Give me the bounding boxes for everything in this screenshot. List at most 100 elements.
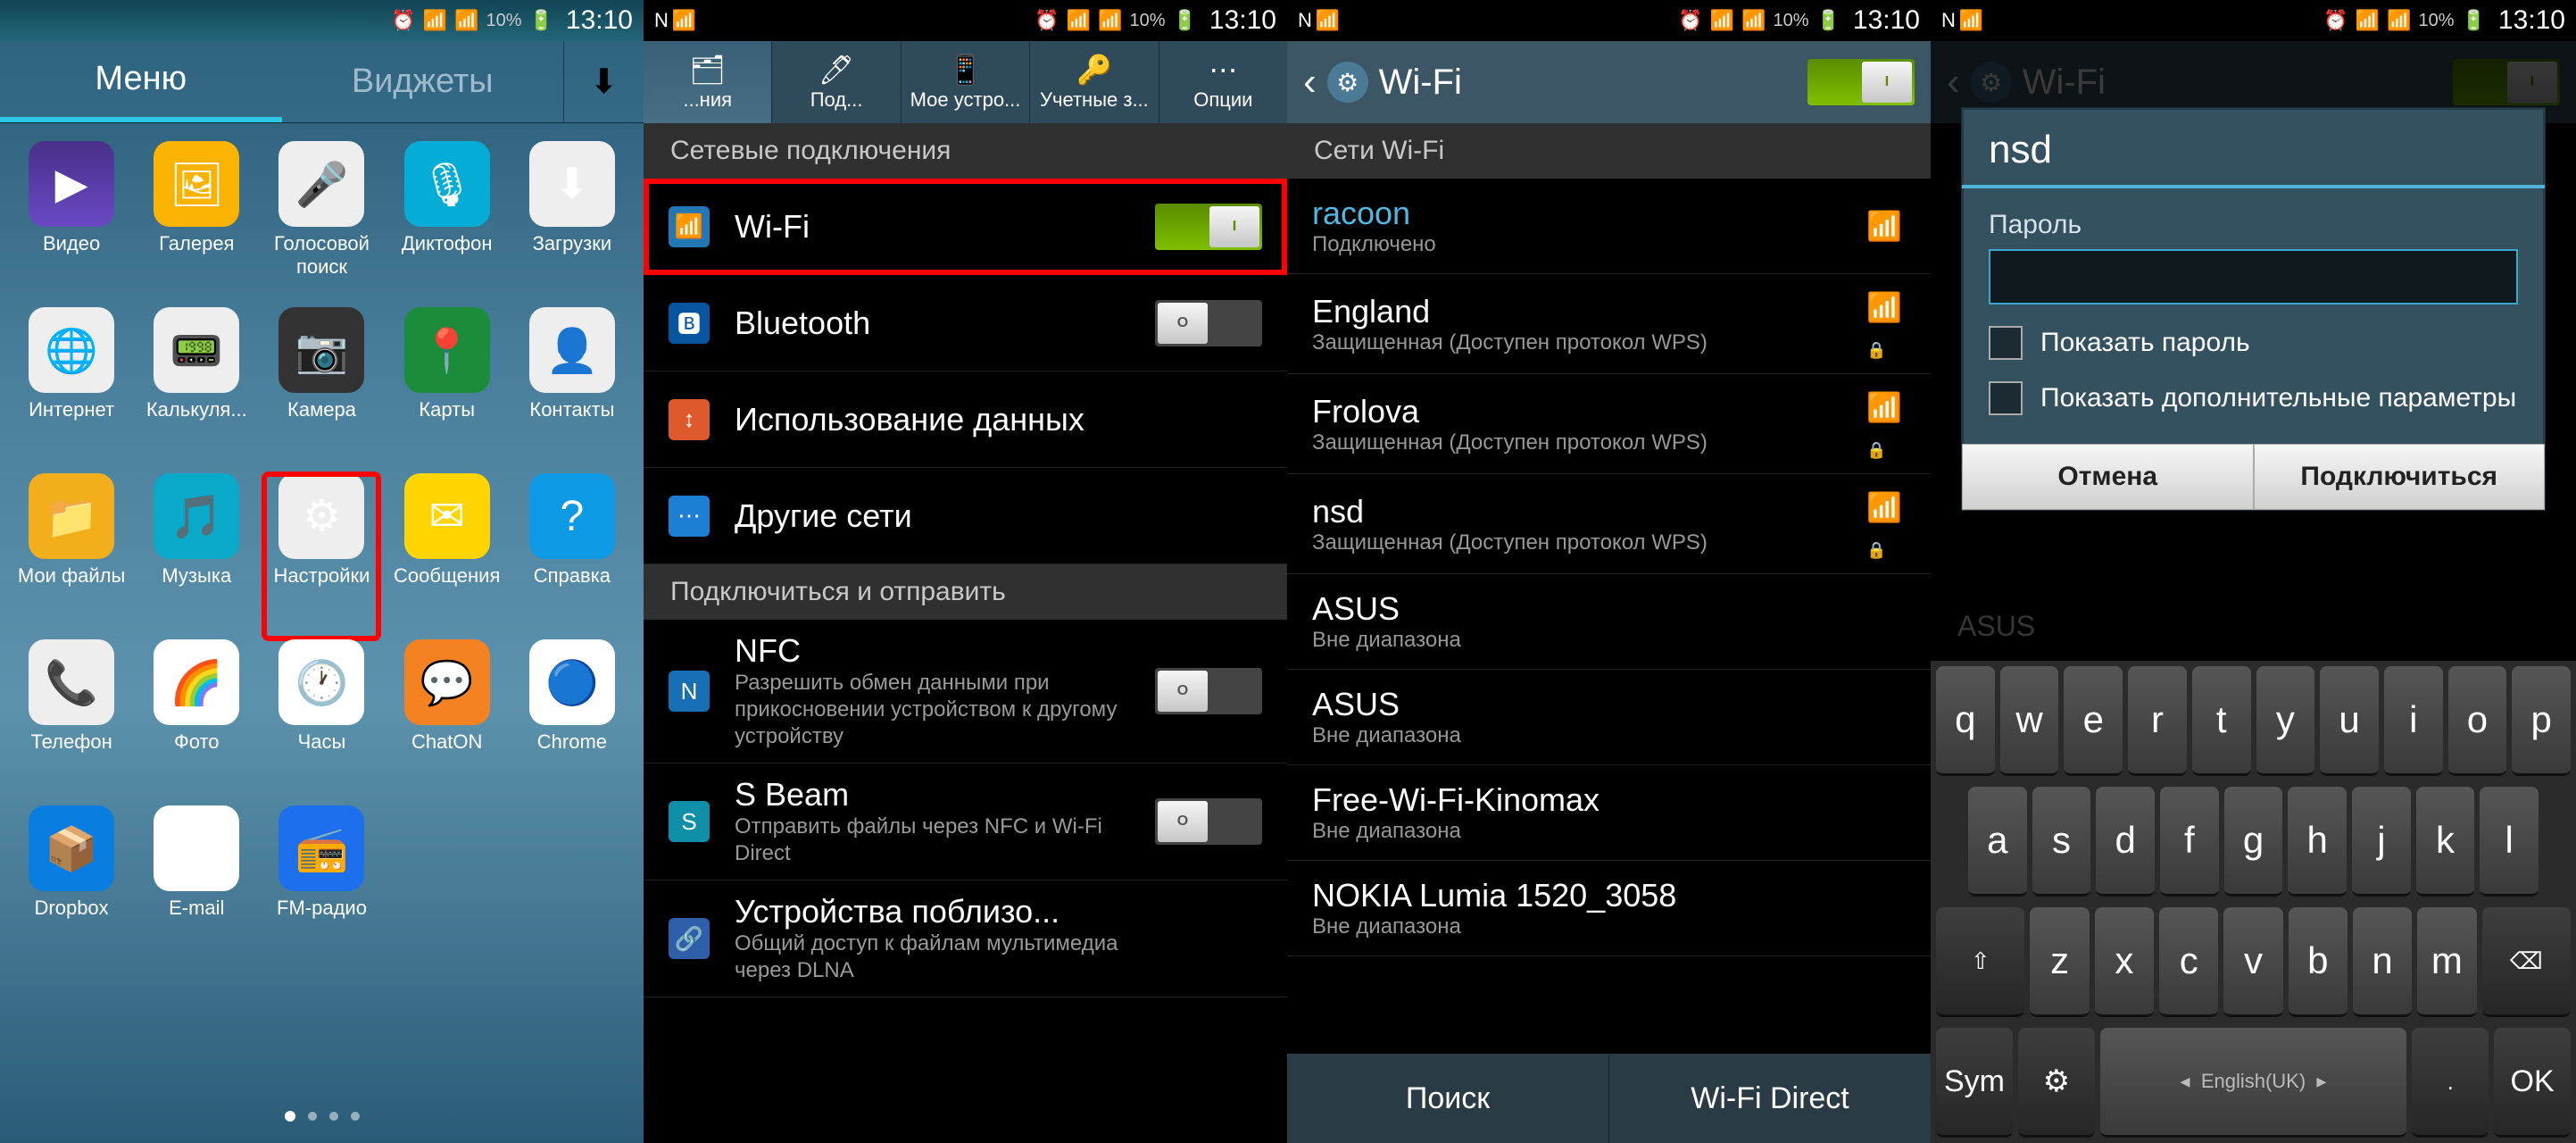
key-u[interactable]: u — [2320, 666, 2379, 776]
key-space[interactable]: ◂ English(UK) ▸ — [2100, 1028, 2407, 1138]
key-l[interactable]: l — [2480, 787, 2539, 897]
wifi-network[interactable]: Free-Wi-Fi-Kinomax Вне диапазона — [1287, 765, 1931, 861]
row-bluetooth-toggle[interactable]: O — [1155, 300, 1262, 346]
row-data-usage[interactable]: ↕ Использование данных — [644, 371, 1287, 468]
tab-mydevice[interactable]: 📱Мое устро... — [902, 41, 1030, 123]
app-chaton[interactable]: 💬ChatON — [389, 639, 505, 805]
wifi-network[interactable]: ASUS Вне диапазона — [1287, 670, 1931, 765]
cancel-button[interactable]: Отмена — [1962, 444, 2254, 510]
row-more-networks[interactable]: ⋯ Другие сети — [644, 468, 1287, 564]
tab-widgets[interactable]: Виджеты — [282, 41, 564, 122]
app-email[interactable]: ✉E-mail — [138, 805, 254, 972]
app-chrome[interactable]: 🔵Chrome — [514, 639, 630, 805]
wifi-network[interactable]: ASUS Вне диапазона — [1287, 574, 1931, 670]
key-q[interactable]: q — [1936, 666, 1995, 776]
key-g[interactable]: g — [2224, 787, 2283, 897]
key-sym[interactable]: Sym — [1936, 1028, 2013, 1138]
wifi-network[interactable]: NOKIA Lumia 1520_3058 Вне диапазона — [1287, 861, 1931, 956]
connect-button[interactable]: Подключиться — [2254, 444, 2546, 510]
app-recorder[interactable]: 🎙Диктофон — [389, 141, 505, 307]
row-wifi-toggle[interactable]: I — [1155, 204, 1262, 250]
wifi-network[interactable]: England Защищенная (Доступен протокол WP… — [1287, 274, 1931, 374]
app-label: Калькуля... — [138, 398, 254, 421]
tab-menu[interactable]: Меню — [0, 41, 282, 122]
tab-options[interactable]: ⋯Опции — [1159, 41, 1287, 123]
key-v[interactable]: v — [2223, 907, 2282, 1017]
app-downloads[interactable]: ⬇Загрузки — [514, 141, 630, 307]
app-camera[interactable]: 📷Камера — [263, 307, 379, 473]
app-gallery[interactable]: 🖼Галерея — [138, 141, 254, 307]
key-d[interactable]: d — [2096, 787, 2155, 897]
key-ok[interactable]: OK — [2494, 1028, 2571, 1138]
app-myfiles[interactable]: 📁Мои файлы — [13, 473, 129, 639]
show-password-checkbox[interactable] — [1989, 326, 2023, 360]
app-video[interactable]: ▶Видео — [13, 141, 129, 307]
key-r[interactable]: r — [2128, 666, 2187, 776]
app-label: Chrome — [514, 730, 630, 754]
key-s[interactable]: s — [2032, 787, 2091, 897]
key-dot[interactable]: . — [2412, 1028, 2489, 1138]
row-nfc-toggle[interactable]: O — [1155, 668, 1262, 714]
key-a[interactable]: a — [1968, 787, 2027, 897]
app-calculator[interactable]: 📟Калькуля... — [138, 307, 254, 473]
key-n[interactable]: n — [2353, 907, 2412, 1017]
key-x[interactable]: x — [2095, 907, 2154, 1017]
key-h[interactable]: h — [2288, 787, 2347, 897]
tab-sub[interactable]: 🖊Под... — [772, 41, 901, 123]
app-internet[interactable]: 🌐Интернет — [13, 307, 129, 473]
app-maps[interactable]: 📍Карты — [389, 307, 505, 473]
key-i[interactable]: i — [2384, 666, 2443, 776]
key-p[interactable]: p — [2512, 666, 2571, 776]
key-f[interactable]: f — [2160, 787, 2219, 897]
password-input[interactable] — [1989, 249, 2518, 305]
key-m[interactable]: m — [2417, 907, 2476, 1017]
key-b[interactable]: b — [2289, 907, 2347, 1017]
app-photos[interactable]: 🌈Фото — [138, 639, 254, 805]
app-help[interactable]: ?Справка — [514, 473, 630, 639]
row-wifi[interactable]: 📶 Wi-FiI — [644, 179, 1287, 275]
app-fmradio-icon: 📻 — [278, 805, 364, 891]
app-voice-search[interactable]: 🎤Голосовой поиск — [263, 141, 379, 307]
key-w[interactable]: w — [2000, 666, 2059, 776]
scan-button[interactable]: Поиск — [1287, 1054, 1609, 1143]
app-music[interactable]: 🎵Музыка — [138, 473, 254, 639]
key-shift[interactable]: ⇧ — [1936, 907, 2024, 1017]
wifi-icon: 📶 — [2356, 9, 2380, 32]
tab-accounts[interactable]: 🔑Учетные з... — [1030, 41, 1159, 123]
wifi-master-toggle[interactable]: I — [1807, 59, 1915, 105]
key-t[interactable]: t — [2192, 666, 2251, 776]
key-backspace[interactable]: ⌫ — [2482, 907, 2571, 1017]
row-bluetooth[interactable]: 🅱 BluetoothO — [644, 275, 1287, 371]
key-k[interactable]: k — [2416, 787, 2475, 897]
app-settings[interactable]: ⚙Настройки — [263, 473, 379, 639]
row-nfc[interactable]: N NFCРазрешить обмен данными при прикосн… — [644, 620, 1287, 763]
app-clock[interactable]: 🕐Часы — [263, 639, 379, 805]
network-name: Free-Wi-Fi-Kinomax — [1312, 781, 1866, 819]
wifi-network[interactable]: Frolova Защищенная (Доступен протокол WP… — [1287, 374, 1931, 474]
key-z[interactable]: z — [2030, 907, 2089, 1017]
app-dropbox[interactable]: 📦Dropbox — [13, 805, 129, 972]
app-phone[interactable]: 📞Телефон — [13, 639, 129, 805]
key-j[interactable]: j — [2352, 787, 2411, 897]
tab-connections[interactable]: 🗂...ния — [644, 41, 772, 123]
download-button[interactable]: ⬇ — [563, 41, 644, 122]
row-nearby-devices[interactable]: 🔗 Устройства поблизо...Общий доступ к фа… — [644, 880, 1287, 997]
app-fmradio[interactable]: 📻FM-радио — [263, 805, 379, 972]
key-y[interactable]: y — [2256, 666, 2315, 776]
status-time: 13:10 — [1209, 5, 1276, 36]
key-e[interactable]: e — [2064, 666, 2123, 776]
key-c[interactable]: c — [2159, 907, 2218, 1017]
row-sbeam-toggle[interactable]: O — [1155, 798, 1262, 845]
wifi-network[interactable]: nsd Защищенная (Доступен протокол WPS) 📶… — [1287, 474, 1931, 574]
wifi-direct-button[interactable]: Wi-Fi Direct — [1609, 1054, 1931, 1143]
app-contacts-icon: 👤 — [529, 307, 615, 393]
wifi-network[interactable]: racoon Подключено 📶 — [1287, 179, 1931, 274]
row-sbeam[interactable]: S S BeamОтправить файлы через NFC и Wi-F… — [644, 763, 1287, 880]
show-advanced-checkbox[interactable] — [1989, 381, 2023, 415]
back-button[interactable]: ‹ — [1303, 60, 1317, 104]
key-settings[interactable]: ⚙ — [2018, 1028, 2095, 1138]
row-nfc-icon: N — [669, 671, 710, 712]
app-messages[interactable]: ✉Сообщения — [389, 473, 505, 639]
app-contacts[interactable]: 👤Контакты — [514, 307, 630, 473]
key-o[interactable]: o — [2448, 666, 2507, 776]
